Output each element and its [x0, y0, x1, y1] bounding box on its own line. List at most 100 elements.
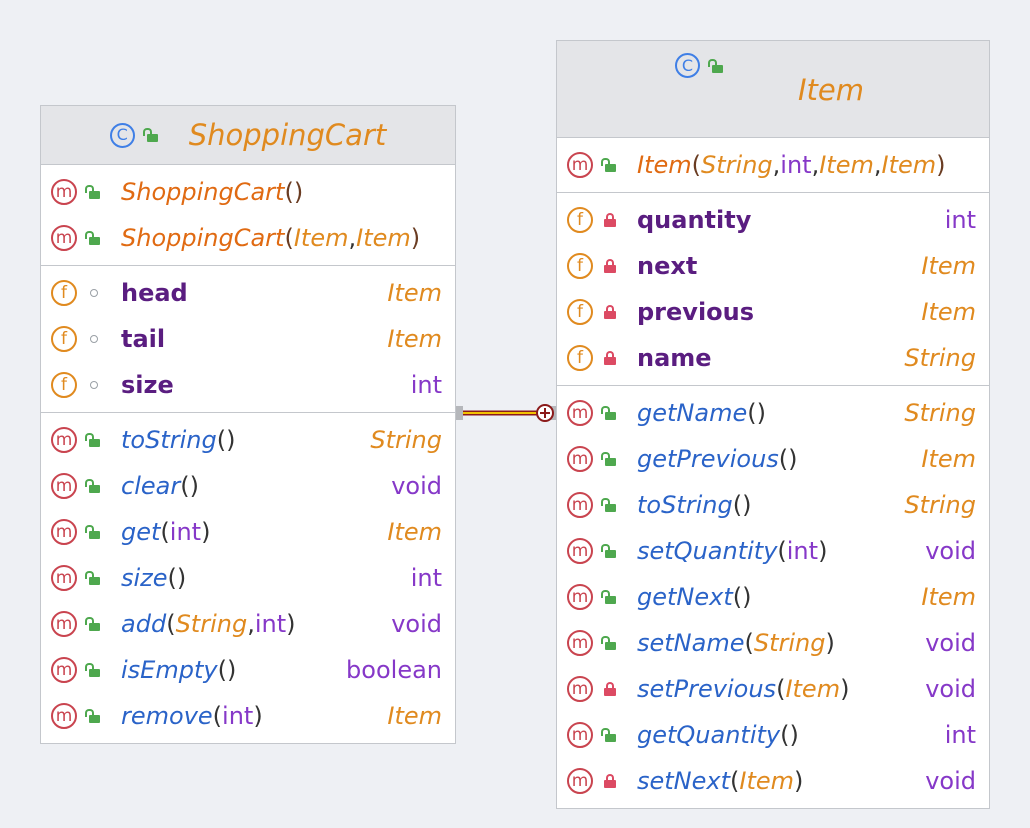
method-name: getName — [637, 399, 748, 427]
method-kind-icon: m — [51, 565, 77, 591]
method-name: toString — [121, 426, 217, 454]
field-kind-icon: f — [51, 280, 77, 306]
constructor-name: Item — [637, 151, 692, 179]
public-visibility-icon — [601, 589, 617, 605]
method-kind-icon: m — [567, 492, 593, 518]
method-kind-icon: m — [567, 722, 593, 748]
param-separator: , — [348, 224, 357, 252]
class-box-shoppingcart[interactable]: C ShoppingCart m ShoppingCart() m ShoppingC… — [40, 105, 456, 744]
return-type: Item — [387, 702, 442, 730]
field-row[interactable]: f next Item — [557, 243, 989, 289]
paren-open: ( — [217, 656, 227, 684]
field-name: size — [121, 371, 174, 399]
paren-open: ( — [732, 583, 743, 611]
paren-open: ( — [212, 702, 223, 730]
constructor-row[interactable]: m ShoppingCart(Item, Item) — [41, 215, 455, 261]
method-name: remove — [121, 702, 213, 730]
return-type: void — [925, 537, 976, 565]
method-row[interactable]: m getNext() Item — [557, 574, 989, 620]
method-row[interactable]: m setPrevious(Item) void — [557, 666, 989, 712]
method-row[interactable]: m getPrevious() Item — [557, 436, 989, 482]
methods-section: m getName() String m getPrevious() Item m toStr… — [557, 386, 989, 808]
private-visibility-icon — [603, 212, 617, 228]
return-type: void — [925, 629, 976, 657]
method-kind-icon: m — [51, 427, 77, 453]
method-row[interactable]: m toString() String — [41, 417, 455, 463]
field-kind-icon: f — [51, 326, 77, 352]
param-type: String — [753, 629, 826, 657]
return-type: Item — [387, 518, 442, 546]
paren-open: ( — [284, 178, 294, 206]
method-name: clear — [121, 472, 181, 500]
return-type: String — [370, 426, 442, 454]
public-visibility-icon — [85, 230, 101, 246]
param-type: Item — [356, 224, 411, 252]
paren-open: ( — [284, 224, 294, 252]
paren-open: ( — [180, 472, 190, 500]
method-row[interactable]: m add(String, int) void — [41, 601, 455, 647]
method-row[interactable]: m getName() String — [557, 390, 989, 436]
private-visibility-icon — [603, 681, 617, 697]
paren-close: ) — [756, 399, 766, 427]
method-row[interactable]: m getQuantity() int — [557, 712, 989, 758]
field-type: String — [904, 344, 976, 372]
field-name: name — [637, 344, 712, 372]
paren-open: ( — [778, 445, 789, 473]
field-row[interactable]: f size int — [41, 362, 455, 408]
private-visibility-icon — [603, 350, 617, 366]
paren-close: ) — [936, 151, 946, 179]
constructor-name: ShoppingCart — [121, 224, 285, 252]
field-kind-icon: f — [567, 207, 593, 233]
method-kind-icon: m — [567, 446, 593, 472]
paren-close: ) — [226, 656, 237, 684]
class-box-item[interactable]: C Item m Item(String, int, Item, Item) fq… — [556, 40, 990, 809]
class-header-item: C Item — [557, 41, 989, 138]
return-type: int — [944, 721, 976, 749]
package-visibility-icon — [87, 285, 101, 301]
method-kind-icon: m — [567, 768, 593, 794]
paren-close: ) — [293, 178, 304, 206]
paren-close: ) — [825, 629, 835, 657]
paren-close: ) — [742, 491, 752, 519]
param-type: int — [254, 610, 287, 638]
constructor-row[interactable]: m ShoppingCart() — [41, 169, 455, 215]
method-kind-icon: m — [51, 611, 77, 637]
public-visibility-icon — [142, 127, 159, 143]
field-type: Item — [921, 298, 976, 326]
field-row[interactable]: f head Item — [41, 270, 455, 316]
return-type: Item — [921, 445, 976, 473]
method-name: getNext — [637, 583, 733, 611]
paren-open: ( — [732, 491, 743, 519]
field-row[interactable]: f previous Item — [557, 289, 989, 335]
method-row[interactable]: m setNext(Item) void — [557, 758, 989, 804]
field-row[interactable]: f quantity int — [557, 197, 989, 243]
public-visibility-icon — [85, 708, 101, 724]
method-row[interactable]: m setName(String) void — [557, 620, 989, 666]
paren-close: ) — [742, 583, 752, 611]
paren-open: ( — [166, 610, 176, 638]
method-row[interactable]: m clear() void — [41, 463, 455, 509]
paren-close: ) — [201, 518, 211, 546]
field-name: previous — [637, 298, 755, 326]
param-separator: , — [772, 151, 781, 179]
method-row[interactable]: m setQuantity(int) void — [557, 528, 989, 574]
constructor-row[interactable]: m Item(String, int, Item, Item) — [557, 142, 989, 188]
method-row[interactable]: m get(int) Item — [41, 509, 455, 555]
paren-open: ( — [691, 151, 702, 179]
method-row[interactable]: m isEmpty() boolean — [41, 647, 455, 693]
method-row[interactable]: m remove(int) Item — [41, 693, 455, 739]
field-row[interactable]: f tail Item — [41, 316, 455, 362]
paren-open: ( — [747, 399, 757, 427]
field-type: Item — [387, 279, 442, 307]
method-row[interactable]: m size() int — [41, 555, 455, 601]
paren-open: ( — [160, 518, 170, 546]
class-header-icons: C — [675, 53, 724, 78]
field-kind-icon: f — [567, 299, 593, 325]
field-name: next — [637, 252, 698, 280]
field-row[interactable]: f name String — [557, 335, 989, 381]
param-separator: , — [811, 151, 820, 179]
method-row[interactable]: m toString() String — [557, 482, 989, 528]
class-name: ShoppingCart — [188, 118, 387, 152]
method-name: toString — [637, 491, 733, 519]
public-visibility-icon — [601, 543, 617, 559]
